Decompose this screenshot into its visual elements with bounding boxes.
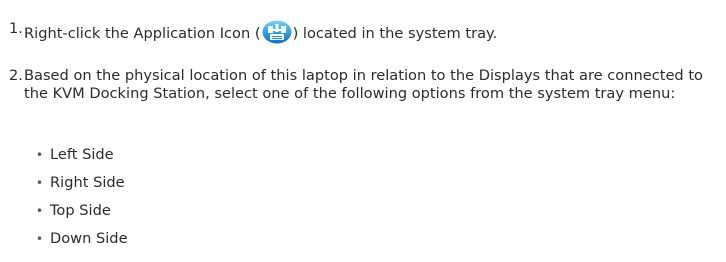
bullet: •: [36, 176, 44, 190]
option-down-side: Down Side: [50, 230, 128, 247]
option-right-side: Right Side: [50, 174, 125, 191]
application-tray-icon: [262, 20, 292, 49]
instructions-page: { "steps": [ { "number": "1.", "text_bef…: [0, 0, 726, 262]
bullet: •: [36, 204, 44, 218]
option-left-side: Left Side: [50, 146, 114, 163]
step-text-after-icon: ) located in the system tray.: [292, 25, 498, 42]
bullet: •: [36, 232, 44, 246]
step-number: 1.: [9, 20, 23, 37]
step-number: 2.: [9, 67, 23, 84]
step-text: Right-click the Application Icon ( ) loc…: [24, 20, 724, 49]
step-text-before-icon: Right-click the Application Icon (: [24, 25, 261, 42]
option-top-side: Top Side: [50, 202, 111, 219]
step-text: Based on the physical location of this l…: [24, 67, 703, 102]
bullet: •: [36, 148, 44, 162]
